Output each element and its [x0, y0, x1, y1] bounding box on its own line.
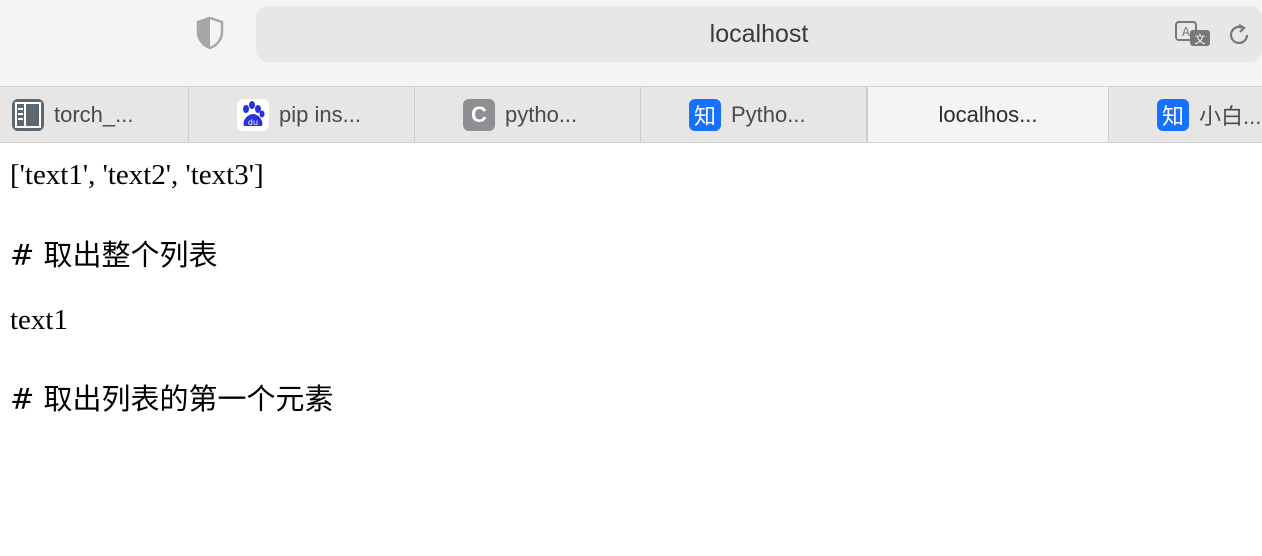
zhihu-icon: 知: [689, 99, 721, 131]
tab-python-zhihu[interactable]: 知 Pytho...: [641, 87, 867, 142]
tab-localhost[interactable]: localhos...: [867, 87, 1109, 142]
tab-torch[interactable]: torch_...: [0, 87, 189, 142]
comment-first-element: # 取出列表的第一个元素: [10, 382, 334, 416]
tab-python-c[interactable]: C pytho...: [415, 87, 641, 142]
tab-label: localhos...: [938, 102, 1038, 127]
list-output-text: ['text1', 'text2', 'text3']: [10, 159, 264, 191]
tab-label: Pytho...: [731, 102, 806, 127]
first-element-output-text: text1: [10, 304, 68, 336]
tab-pip-install[interactable]: du pip ins...: [189, 87, 415, 142]
tab-strip: torch_... du pip ins... C pytho... 知 Pyt…: [0, 86, 1262, 143]
translate-icon[interactable]: A 文: [1174, 20, 1214, 50]
baidu-paw-icon: du: [237, 99, 269, 131]
svg-text:A: A: [1182, 25, 1191, 39]
sidebar-book-icon: [12, 99, 44, 131]
address-text: localhost: [709, 20, 809, 48]
tab-label: 小白...: [1199, 104, 1262, 129]
c-letter-icon: C: [463, 99, 495, 131]
comment-whole-list: # 取出整个列表: [10, 238, 218, 272]
tab-xiaobai[interactable]: 知 小白...: [1109, 87, 1262, 142]
tab-label: pytho...: [505, 102, 578, 127]
reload-icon[interactable]: [1226, 22, 1252, 48]
zhihu-icon: 知: [1157, 99, 1189, 131]
privacy-shield-icon[interactable]: [195, 16, 225, 50]
tab-label: torch_...: [54, 102, 134, 127]
address-bar[interactable]: localhost A 文: [256, 6, 1262, 62]
browser-toolbar: localhost A 文: [0, 0, 1262, 86]
svg-text:du: du: [248, 118, 258, 127]
svg-text:文: 文: [1195, 32, 1206, 46]
tab-label: pip ins...: [279, 102, 361, 127]
